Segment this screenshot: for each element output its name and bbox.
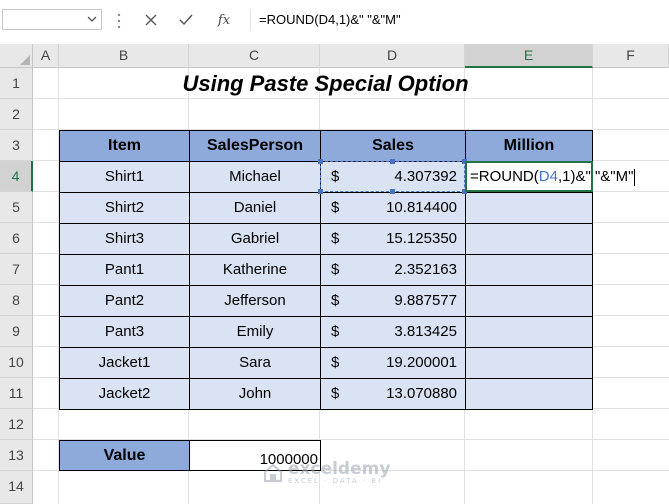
sales-cell[interactable]: $15.125350 bbox=[320, 223, 466, 255]
row-header-4[interactable]: 4 bbox=[0, 161, 33, 192]
selection-handle[interactable] bbox=[318, 159, 323, 164]
salesperson-cell[interactable]: Katherine bbox=[189, 254, 321, 286]
million-cell[interactable] bbox=[465, 285, 593, 317]
column-header-f[interactable]: F bbox=[593, 44, 669, 68]
sales-cell[interactable]: $19.200001 bbox=[320, 347, 466, 379]
active-cell-editor[interactable]: =ROUND(D4,1)&" "&"M" bbox=[465, 161, 636, 192]
sales-value: 15.125350 bbox=[386, 230, 457, 247]
million-cell[interactable] bbox=[465, 254, 593, 286]
column-header-e[interactable]: E bbox=[465, 44, 593, 68]
column-header-c[interactable]: C bbox=[189, 44, 320, 68]
currency-symbol: $ bbox=[331, 168, 340, 185]
item-cell[interactable]: Shirt3 bbox=[59, 223, 190, 255]
chevron-down-icon[interactable] bbox=[87, 14, 97, 24]
million-cell[interactable] bbox=[465, 316, 593, 348]
currency-symbol: $ bbox=[331, 199, 340, 216]
formula-bar: fx =ROUND(D4,1)&" "&"M" bbox=[0, 0, 669, 45]
item-cell[interactable]: Shirt1 bbox=[59, 161, 190, 193]
header-item[interactable]: Item bbox=[59, 130, 190, 162]
salesperson-cell[interactable]: Sara bbox=[189, 347, 321, 379]
sales-value: 19.200001 bbox=[386, 354, 457, 371]
sales-cell[interactable]: $9.887577 bbox=[320, 285, 466, 317]
sales-cell[interactable]: $10.814400 bbox=[320, 192, 466, 224]
sales-value: 3.813425 bbox=[394, 323, 457, 340]
salesperson-cell[interactable]: Emily bbox=[189, 316, 321, 348]
exceldemy-logo-icon bbox=[264, 463, 282, 482]
currency-symbol: $ bbox=[331, 385, 340, 402]
selection-handle[interactable] bbox=[390, 159, 395, 164]
row-header-9[interactable]: 9 bbox=[0, 316, 33, 347]
sales-value: 10.814400 bbox=[386, 199, 457, 216]
header-million[interactable]: Million bbox=[465, 130, 593, 162]
selection-handle[interactable] bbox=[318, 189, 323, 194]
sales-cell[interactable]: $2.352163 bbox=[320, 254, 466, 286]
row-header-3[interactable]: 3 bbox=[0, 130, 33, 161]
row-header-10[interactable]: 10 bbox=[0, 347, 33, 378]
item-cell[interactable]: Jacket1 bbox=[59, 347, 190, 379]
close-icon bbox=[145, 14, 157, 26]
cancel-button[interactable] bbox=[138, 9, 164, 31]
row-header-6[interactable]: 6 bbox=[0, 223, 33, 254]
watermark-logo: exceldemy EXCEL · DATA · BI bbox=[262, 458, 390, 488]
row-header-8[interactable]: 8 bbox=[0, 285, 33, 316]
check-icon bbox=[179, 14, 193, 26]
formula-prefix: =ROUND( bbox=[470, 168, 539, 185]
currency-symbol: $ bbox=[331, 292, 340, 309]
row-header-1[interactable]: 1 bbox=[0, 68, 33, 99]
corner-triangle-icon bbox=[20, 55, 30, 65]
salesperson-cell[interactable]: Jefferson bbox=[189, 285, 321, 317]
header-sales[interactable]: Sales bbox=[320, 130, 466, 162]
column-header-a[interactable]: A bbox=[33, 44, 59, 68]
currency-symbol: $ bbox=[331, 230, 340, 247]
currency-symbol: $ bbox=[331, 323, 340, 340]
row-header-14[interactable]: 14 bbox=[0, 471, 33, 504]
million-cell[interactable] bbox=[465, 223, 593, 255]
row-header-5[interactable]: 5 bbox=[0, 192, 33, 223]
salesperson-cell[interactable]: John bbox=[189, 378, 321, 410]
selection-handle[interactable] bbox=[390, 189, 395, 194]
sales-cell[interactable]: $13.070880 bbox=[320, 378, 466, 410]
million-cell[interactable] bbox=[465, 192, 593, 224]
row-header-7[interactable]: 7 bbox=[0, 254, 33, 285]
currency-symbol: $ bbox=[331, 354, 340, 371]
more-options-icon bbox=[117, 13, 121, 29]
formula-reference: D4 bbox=[538, 168, 558, 185]
enter-button[interactable] bbox=[173, 9, 199, 31]
select-all-corner[interactable] bbox=[0, 44, 33, 68]
fx-label: fx bbox=[217, 12, 231, 28]
sales-value: 4.307392 bbox=[394, 168, 457, 185]
text-cursor bbox=[634, 168, 636, 186]
million-cell[interactable] bbox=[465, 378, 593, 410]
salesperson-cell[interactable]: Daniel bbox=[189, 192, 321, 224]
sales-value: 13.070880 bbox=[386, 385, 457, 402]
row-header-12[interactable]: 12 bbox=[0, 409, 33, 440]
sheet-title: Using Paste Special Option bbox=[182, 71, 469, 96]
currency-symbol: $ bbox=[331, 261, 340, 278]
million-cell[interactable] bbox=[465, 347, 593, 379]
row-header-11[interactable]: 11 bbox=[0, 378, 33, 409]
item-cell[interactable]: Jacket2 bbox=[59, 378, 190, 410]
formula-suffix: ,1)&" "&"M" bbox=[557, 168, 634, 185]
column-header-b[interactable]: B bbox=[59, 44, 189, 68]
sales-value: 9.887577 bbox=[394, 292, 457, 309]
item-cell[interactable]: Pant1 bbox=[59, 254, 190, 286]
sales-cell[interactable]: $3.813425 bbox=[320, 316, 466, 348]
salesperson-cell[interactable]: Gabriel bbox=[189, 223, 321, 255]
watermark-subtitle: EXCEL · DATA · BI bbox=[288, 477, 383, 485]
formula-input[interactable]: =ROUND(D4,1)&" "&"M" bbox=[250, 9, 667, 31]
header-salesperson[interactable]: SalesPerson bbox=[189, 130, 321, 162]
value-label[interactable]: Value bbox=[59, 440, 190, 471]
row-header-13[interactable]: 13 bbox=[0, 440, 33, 471]
insert-function-button[interactable]: fx bbox=[211, 9, 237, 31]
item-cell[interactable]: Shirt2 bbox=[59, 192, 190, 224]
name-box[interactable] bbox=[2, 9, 102, 30]
row-header-2[interactable]: 2 bbox=[0, 99, 33, 130]
item-cell[interactable]: Pant2 bbox=[59, 285, 190, 317]
watermark-name: exceldemy bbox=[288, 459, 391, 479]
salesperson-cell[interactable]: Michael bbox=[189, 161, 321, 193]
column-header-d[interactable]: D bbox=[320, 44, 465, 68]
sales-value: 2.352163 bbox=[394, 261, 457, 278]
item-cell[interactable]: Pant3 bbox=[59, 316, 190, 348]
